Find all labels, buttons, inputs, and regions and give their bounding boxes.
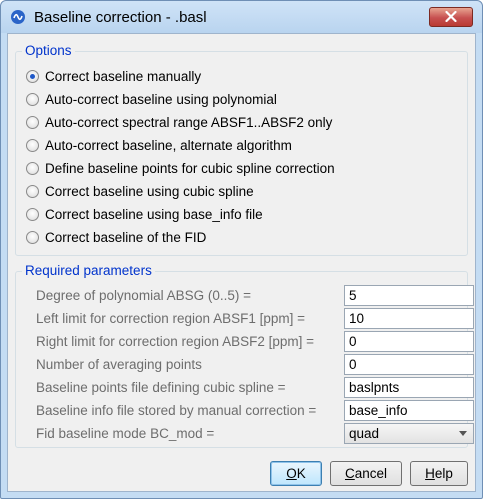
option-label: Auto-correct baseline using polynomial [45, 91, 277, 107]
help-mnemonic: H [425, 466, 435, 481]
help-label-rest: elp [434, 466, 453, 481]
options-group-title: Options [22, 43, 75, 58]
option-auto-alternate[interactable]: Auto-correct baseline, alternate algorit… [26, 135, 292, 155]
option-cubic-spline[interactable]: Correct baseline using cubic spline [26, 181, 254, 201]
param-label-averaging-points: Number of averaging points [36, 357, 202, 372]
option-label: Correct baseline of the FID [45, 229, 207, 245]
ok-button[interactable]: OK [270, 461, 322, 486]
dialog-body: Options Correct baseline manually Auto-c… [7, 33, 476, 492]
radio-button[interactable] [26, 115, 39, 129]
ok-label-rest: K [296, 466, 306, 481]
param-label-base-info-file: Baseline info file stored by manual corr… [36, 403, 317, 418]
radio-button[interactable] [26, 230, 39, 244]
param-label-bc-mod: Fid baseline mode BC_mod = [36, 426, 215, 441]
param-label-absf1: Left limit for correction region ABSF1 [… [36, 311, 305, 326]
absf2-input[interactable]: 0 [344, 331, 474, 352]
option-label: Auto-correct baseline, alternate algorit… [45, 137, 292, 153]
cancel-label-rest: ancel [354, 466, 388, 481]
radio-button-selected[interactable] [26, 69, 39, 83]
cancel-mnemonic: C [344, 466, 355, 481]
app-icon [10, 9, 26, 25]
option-label: Correct baseline manually [45, 68, 202, 84]
radio-button[interactable] [26, 92, 39, 106]
base-info-file-input[interactable]: base_info [344, 400, 474, 421]
radio-button[interactable] [26, 138, 39, 152]
close-icon [445, 10, 457, 25]
option-auto-spectral-range[interactable]: Auto-correct spectral range ABSF1..ABSF2… [26, 112, 332, 132]
help-button[interactable]: Help [410, 461, 468, 486]
required-parameters-group: Required parameters Degree of polynomial… [15, 263, 474, 448]
options-group: Options Correct baseline manually Auto-c… [15, 43, 468, 256]
absg-input[interactable]: 5 [344, 285, 474, 306]
option-correct-manually[interactable]: Correct baseline manually [26, 66, 201, 86]
cancel-button[interactable]: Cancel [330, 461, 402, 486]
ok-mnemonic: O [286, 466, 297, 481]
averaging-points-input[interactable]: 0 [344, 354, 474, 375]
option-define-spline-points[interactable]: Define baseline points for cubic spline … [26, 158, 335, 178]
option-label: Correct baseline using cubic spline [45, 183, 254, 199]
option-label: Auto-correct spectral range ABSF1..ABSF2… [45, 114, 333, 130]
bc-mod-select[interactable]: quad [344, 423, 474, 444]
window-title: Baseline correction - .basl [34, 9, 207, 26]
radio-button[interactable] [26, 207, 39, 221]
dialog-window: Baseline correction - .basl Options Corr… [0, 0, 483, 499]
required-parameters-title: Required parameters [22, 263, 155, 278]
radio-button[interactable] [26, 184, 39, 198]
option-label: Define baseline points for cubic spline … [45, 160, 335, 176]
option-base-info-file[interactable]: Correct baseline using base_info file [26, 204, 263, 224]
close-button[interactable] [429, 7, 473, 27]
param-label-spline-file: Baseline points file defining cubic spli… [36, 380, 286, 395]
absf1-input[interactable]: 10 [344, 308, 474, 329]
option-auto-polynomial[interactable]: Auto-correct baseline using polynomial [26, 89, 277, 109]
chevron-down-icon[interactable] [459, 431, 467, 436]
spline-file-input[interactable]: baslpnts [344, 377, 474, 398]
param-label-absf2: Right limit for correction region ABSF2 … [36, 334, 314, 349]
bc-mod-value: quad [349, 426, 380, 441]
option-fid-baseline[interactable]: Correct baseline of the FID [26, 227, 206, 247]
title-bar[interactable]: Baseline correction - .basl [1, 1, 482, 33]
option-label: Correct baseline using base_info file [45, 206, 263, 222]
param-label-absg: Degree of polynomial ABSG (0..5) = [36, 288, 251, 303]
radio-button[interactable] [26, 161, 39, 175]
